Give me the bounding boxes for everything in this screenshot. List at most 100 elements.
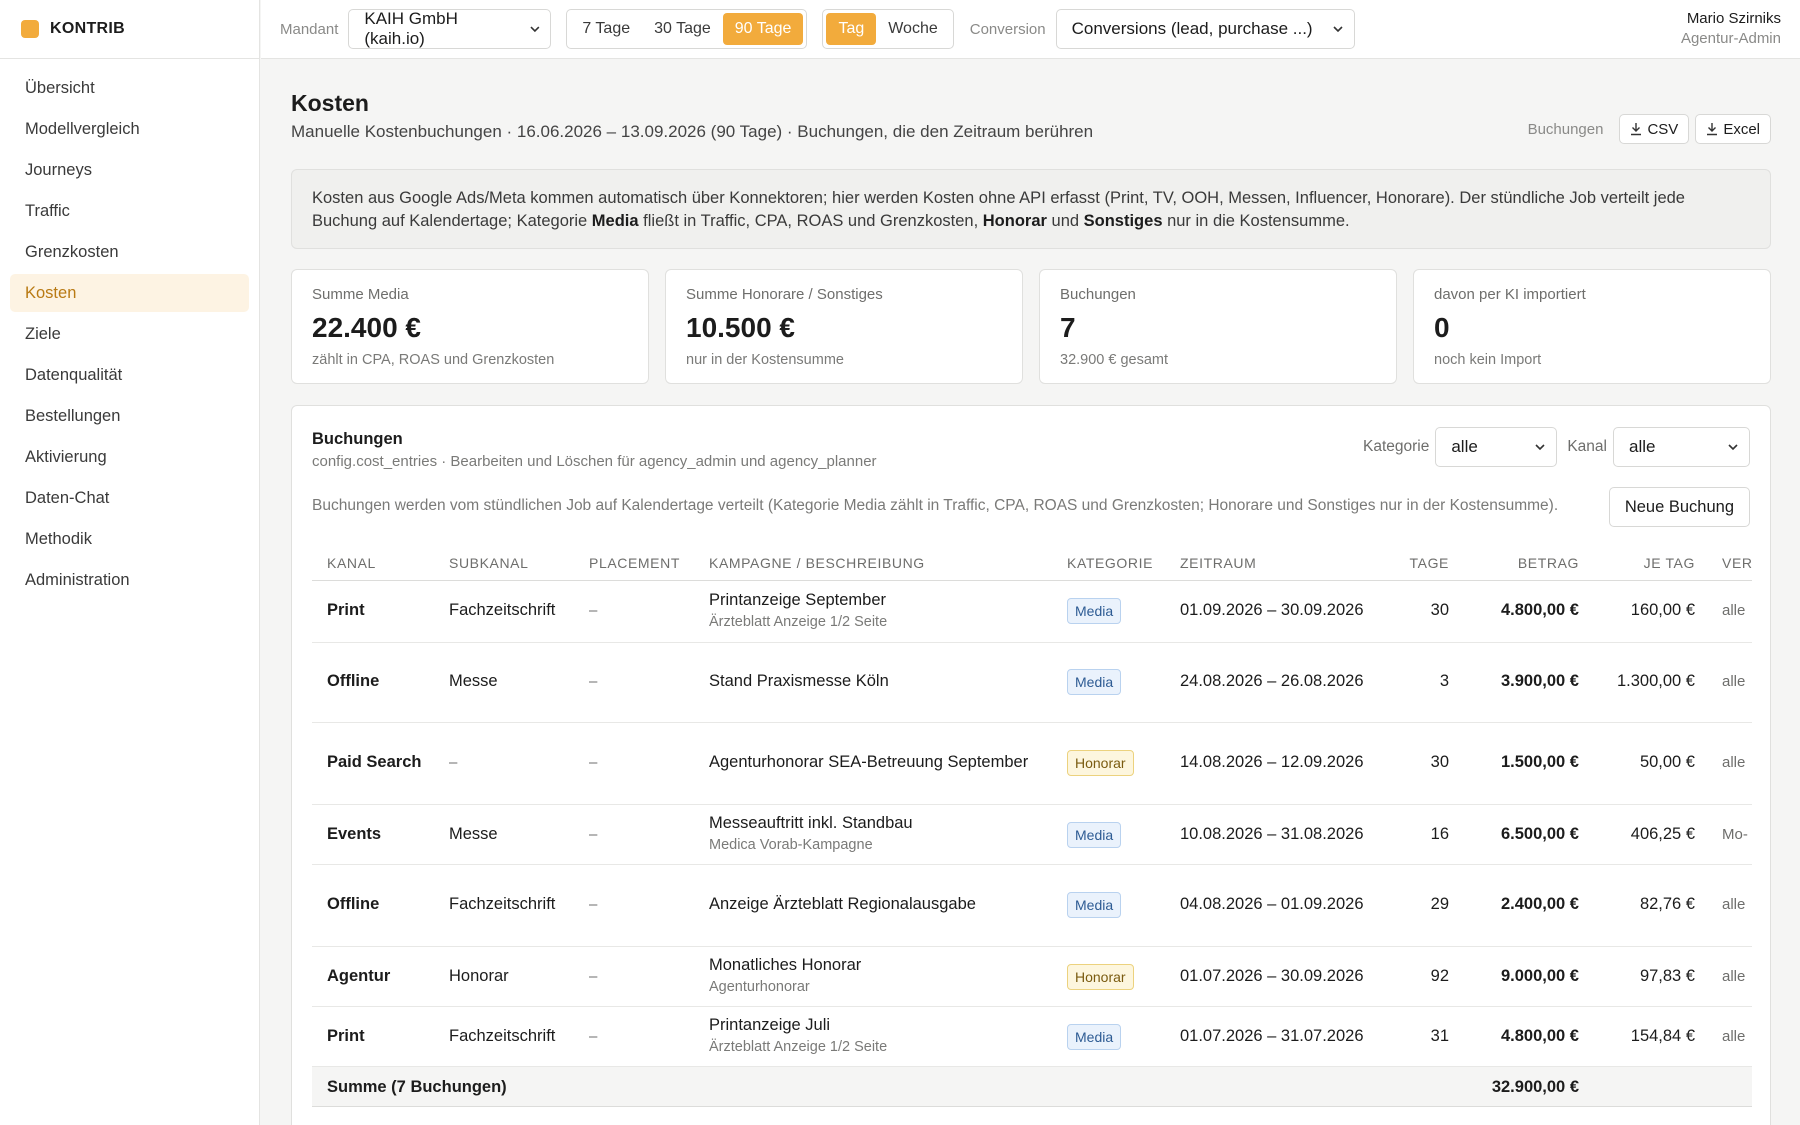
cell-je-tag: 154,84 € (1630, 1027, 1695, 1045)
col-je-tag[interactable]: JE TAG (1644, 555, 1695, 571)
cell-zeitraum: 24.08.2026 – 26.08.2026 (1180, 672, 1364, 690)
table-row[interactable]: Paid Search – – Agenturhonorar SEA-Betre… (312, 723, 1752, 805)
kpi-card-buchungen: Buchungen 7 32.900 € gesamt (1039, 269, 1397, 384)
table-row[interactable]: Offline Fachzeitschrift – Anzeige Ärzteb… (312, 865, 1752, 947)
cell-ver: alle (1722, 673, 1746, 690)
cell-tage: 31 (1430, 1027, 1449, 1045)
sidebar-item-bestellungen[interactable]: Bestellungen (10, 397, 249, 435)
cell-zeitraum: 01.09.2026 – 30.09.2026 (1180, 601, 1364, 619)
sidebar-item-label: Traffic (25, 201, 70, 220)
page-title: Kosten (291, 90, 369, 116)
bookings-filters: Kategorie alle Kanal alle (1353, 427, 1750, 467)
info-box: Kosten aus Google Ads/Meta kommen automa… (291, 169, 1771, 249)
col-ver[interactable]: VER (1722, 555, 1753, 571)
sidebar-item-journeys[interactable]: Journeys (10, 151, 249, 189)
user-menu[interactable]: Mario Szirniks Agentur-Admin (1681, 9, 1781, 49)
kpi-note: noch kein Import (1434, 352, 1542, 368)
granularity-tag[interactable]: Tag (826, 13, 877, 45)
col-kategorie[interactable]: KATEGORIE (1067, 555, 1153, 571)
kategorie-filter-select[interactable]: alle (1435, 427, 1558, 467)
cell-tage: 16 (1430, 825, 1449, 843)
cell-ver: alle (1722, 968, 1746, 985)
table-row[interactable]: Offline Messe – Stand Praxismesse Köln M… (312, 643, 1752, 723)
cell-je-tag: 82,76 € (1639, 895, 1695, 913)
table-row[interactable]: Print Fachzeitschrift – Printanzeige Sep… (312, 581, 1752, 643)
chevron-down-icon (529, 26, 539, 33)
cell-beschreibung: Agenturhonorar (709, 979, 810, 995)
sidebar-item-label: Aktivierung (25, 447, 107, 466)
kategorie-filter-label: Kategorie (1362, 438, 1430, 455)
sidebar-item-ziele[interactable]: Ziele (10, 315, 249, 353)
export-csv-button[interactable]: CSV (1619, 114, 1690, 144)
cell-je-tag: 1.300,00 € (1617, 672, 1695, 690)
cell-zeitraum: 14.08.2026 – 12.09.2026 (1180, 753, 1364, 771)
kpi-row: Summe Media 22.400 € zählt in CPA, ROAS … (291, 269, 1771, 384)
range-toggle: 7 Tage 30 Tage 90 Tage (566, 9, 808, 49)
kpi-value: 22.400 € (312, 312, 421, 343)
info-text: fließt in Traffic, CPA, ROAS und Grenzko… (638, 212, 983, 230)
cell-subkanal: Honorar (449, 967, 509, 985)
conversion-value: Conversions (lead, purchase ...) (1071, 19, 1313, 38)
cell-subkanal: Fachzeitschrift (449, 601, 556, 619)
sidebar-item-grenzkosten[interactable]: Grenzkosten (10, 233, 249, 271)
cell-tage: 30 (1430, 601, 1449, 619)
mandant-select[interactable]: KAIH GmbH (kaih.io) (348, 9, 552, 49)
bookings-hint: Buchungen werden vom stündlichen Job auf… (312, 497, 1559, 514)
sidebar-item-label: Grenzkosten (25, 242, 119, 261)
new-booking-button[interactable]: Neue Buchung (1608, 487, 1750, 527)
col-betrag[interactable]: BETRAG (1518, 555, 1579, 571)
cell-kanal: Events (327, 825, 382, 843)
conversion-select[interactable]: Conversions (lead, purchase ...) (1055, 9, 1355, 49)
kpi-value: 7 (1060, 312, 1076, 343)
cell-zeitraum: 04.08.2026 – 01.09.2026 (1180, 895, 1364, 913)
export-excel-button[interactable]: Excel (1695, 114, 1771, 144)
sidebar-item-label: Methodik (25, 529, 92, 548)
sidebar-item-daten-chat[interactable]: Daten-Chat (10, 479, 249, 517)
col-placement[interactable]: PLACEMENT (589, 555, 680, 571)
cell-kanal: Paid Search (327, 753, 422, 771)
kanal-filter-select[interactable]: alle (1613, 427, 1750, 467)
cell-beschreibung: Ärzteblatt Anzeige 1/2 Seite (709, 1039, 888, 1055)
sidebar-item-administration[interactable]: Administration (10, 561, 249, 599)
sidebar-item-modellvergleich[interactable]: Modellvergleich (10, 110, 249, 148)
brand[interactable]: KONTRIB (0, 0, 259, 59)
col-kanal[interactable]: KANAL (327, 555, 376, 571)
range-90-tage[interactable]: 90 Tage (722, 13, 804, 45)
granularity-woche[interactable]: Woche (876, 13, 950, 45)
granularity-toggle: Tag Woche (822, 9, 954, 49)
kpi-value: 0 (1434, 312, 1450, 343)
cell-kanal: Agentur (327, 967, 391, 985)
kategorie-badge: Media (1067, 1024, 1122, 1050)
col-tage[interactable]: TAGE (1410, 555, 1449, 571)
table-row[interactable]: Agentur Honorar – Monatliches Honorar Ag… (312, 947, 1752, 1007)
chevron-down-icon (1728, 444, 1738, 451)
sidebar-item-traffic[interactable]: Traffic (10, 192, 249, 230)
cell-placement: – (589, 673, 598, 690)
sidebar-item-datenqualitaet[interactable]: Datenqualität (10, 356, 249, 394)
sidebar-item-methodik[interactable]: Methodik (10, 520, 249, 558)
sidebar-item-label: Datenqualität (25, 365, 123, 384)
bookings-subtitle: config.cost_entries · Bearbeiten und Lös… (312, 453, 877, 470)
sidebar-item-aktivierung[interactable]: Aktivierung (10, 438, 249, 476)
range-30-tage[interactable]: 30 Tage (642, 13, 723, 45)
table-row[interactable]: Events Messe – Messeauftritt inkl. Stand… (312, 805, 1752, 865)
chevron-down-icon (1333, 26, 1343, 33)
sidebar-item-label: Administration (25, 570, 130, 589)
cell-tage: 3 (1439, 672, 1449, 690)
range-7-tage[interactable]: 7 Tage (570, 13, 642, 45)
cell-kampagne: Messeauftritt inkl. Standbau (709, 814, 913, 832)
col-zeitraum[interactable]: ZEITRAUM (1180, 555, 1256, 571)
cell-placement: – (589, 754, 598, 771)
col-kampagne[interactable]: KAMPAGNE / BESCHREIBUNG (709, 555, 925, 571)
logo-icon (21, 20, 39, 38)
kpi-label: davon per KI importiert (1434, 286, 1586, 303)
cell-je-tag: 160,00 € (1630, 601, 1695, 619)
sidebar-item-kosten[interactable]: Kosten (10, 274, 249, 312)
cell-zeitraum: 01.07.2026 – 31.07.2026 (1180, 1027, 1364, 1045)
sidebar-item-uebersicht[interactable]: Übersicht (10, 69, 249, 107)
user-name: Mario Szirniks (1686, 10, 1781, 27)
cell-kampagne: Monatliches Honorar (709, 956, 862, 974)
cell-betrag: 4.800,00 € (1501, 601, 1579, 619)
col-subkanal[interactable]: SUBKANAL (449, 555, 529, 571)
table-row[interactable]: Print Fachzeitschrift – Printanzeige Jul… (312, 1007, 1752, 1067)
